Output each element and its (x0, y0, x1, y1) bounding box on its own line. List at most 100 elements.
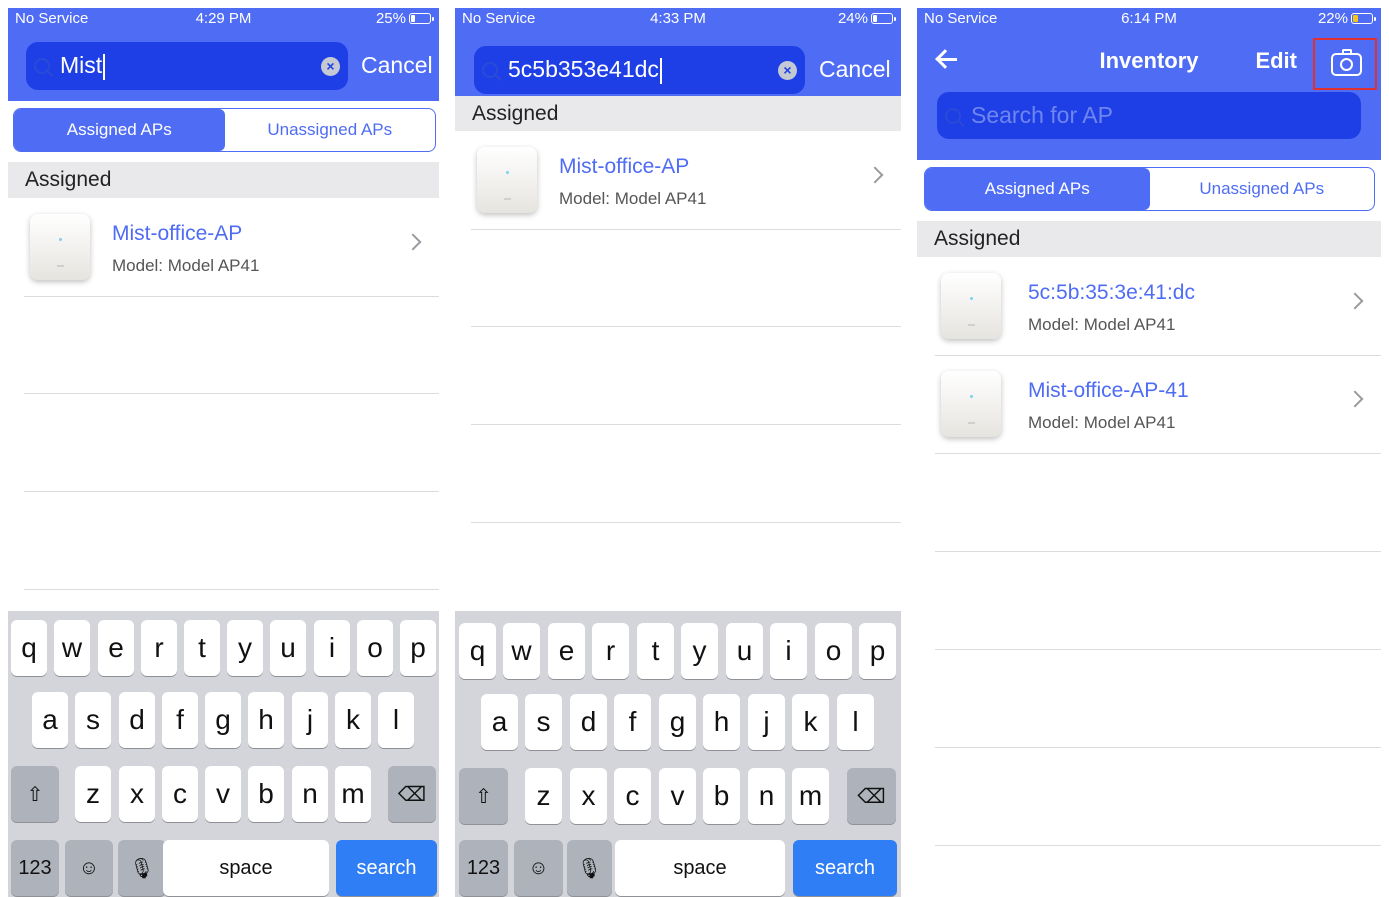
key[interactable]: f (162, 692, 198, 748)
key[interactable]: s (525, 694, 562, 750)
key[interactable]: w (503, 623, 540, 679)
backspace-icon: ⌫ (397, 783, 427, 806)
cancel-button[interactable]: Cancel (819, 56, 891, 83)
clear-icon[interactable]: × (321, 56, 340, 76)
clear-icon[interactable]: × (778, 60, 797, 80)
edit-button[interactable]: Edit (1255, 48, 1297, 74)
key[interactable]: e (98, 620, 134, 676)
key[interactable]: d (570, 694, 607, 750)
key[interactable]: t (184, 620, 220, 676)
divider (935, 649, 1381, 650)
key[interactable]: b (703, 768, 740, 824)
key[interactable]: m (792, 768, 829, 824)
ap-model: Model: Model AP41 (1028, 315, 1176, 334)
key[interactable]: j (292, 692, 328, 748)
key[interactable]: p (859, 623, 896, 679)
key[interactable]: n (292, 766, 328, 822)
key[interactable]: x (570, 768, 607, 824)
key[interactable]: b (248, 766, 284, 822)
space-key[interactable]: space (615, 840, 785, 896)
key[interactable]: w (54, 620, 90, 676)
key[interactable]: q (11, 620, 47, 676)
divider (471, 326, 901, 327)
key[interactable]: o (357, 620, 393, 676)
key[interactable]: y (681, 623, 718, 679)
key[interactable]: q (459, 623, 496, 679)
key[interactable]: i (770, 623, 807, 679)
tab-unassigned-aps[interactable]: Unassigned APs (1150, 168, 1375, 210)
key[interactable]: l (378, 692, 414, 748)
key[interactable]: v (659, 768, 696, 824)
camera-scan-button[interactable] (1313, 38, 1377, 90)
key[interactable]: e (548, 623, 585, 679)
key[interactable]: u (726, 623, 763, 679)
status-bar: No Service 4:33 PM 24% (455, 8, 901, 28)
list-item[interactable]: Mist-office-AP Model: Model AP41 (471, 131, 901, 230)
camera-icon (1331, 49, 1362, 76)
key[interactable]: u (270, 620, 306, 676)
cancel-button[interactable]: Cancel (361, 52, 433, 79)
battery-icon (871, 13, 896, 24)
emoji-key[interactable]: ☺ (65, 840, 113, 896)
search-input[interactable]: Search for AP (937, 92, 1361, 139)
key[interactable]: a (481, 694, 518, 750)
key[interactable]: y (227, 620, 263, 676)
key[interactable]: h (703, 694, 740, 750)
key[interactable]: j (748, 694, 785, 750)
key[interactable]: v (205, 766, 241, 822)
shift-key[interactable]: ⇧ (459, 768, 508, 824)
search-key[interactable]: search (793, 840, 897, 896)
key[interactable]: s (75, 692, 111, 748)
search-icon (945, 107, 961, 124)
key[interactable]: i (314, 620, 350, 676)
backspace-key[interactable]: ⌫ (388, 766, 436, 822)
key[interactable]: c (614, 768, 651, 824)
search-input[interactable]: Mist × (26, 42, 348, 90)
key[interactable]: z (75, 766, 111, 822)
key[interactable]: t (637, 623, 674, 679)
key[interactable]: n (748, 768, 785, 824)
list-item[interactable]: 5c:5b:35:3e:41:dc Model: Model AP41 (935, 257, 1381, 356)
key[interactable]: o (815, 623, 852, 679)
key[interactable]: r (141, 620, 177, 676)
battery-indicator: 24% (838, 10, 896, 27)
key[interactable]: m (335, 766, 371, 822)
key[interactable]: h (248, 692, 284, 748)
microphone-key[interactable]: 🎙 (118, 840, 166, 896)
divider (935, 845, 1381, 846)
numbers-key[interactable]: 123 (11, 840, 59, 896)
key[interactable]: k (335, 692, 371, 748)
key[interactable]: d (119, 692, 155, 748)
tab-unassigned-aps[interactable]: Unassigned APs (225, 109, 436, 151)
emoji-key[interactable]: ☺ (514, 840, 563, 896)
key[interactable]: g (205, 692, 241, 748)
tab-assigned-aps[interactable]: Assigned APs (14, 109, 225, 151)
shift-key[interactable]: ⇧ (11, 766, 59, 822)
ap-name: Mist-office-AP (559, 155, 690, 178)
microphone-key[interactable]: 🎙 (567, 840, 612, 896)
key[interactable]: r (592, 623, 629, 679)
key[interactable]: z (525, 768, 562, 824)
backspace-key[interactable]: ⌫ (847, 768, 896, 824)
space-key[interactable]: space (163, 840, 329, 896)
key[interactable]: g (659, 694, 696, 750)
ap-tab-control: Assigned APs Unassigned APs (13, 108, 436, 152)
key[interactable]: c (162, 766, 198, 822)
search-key[interactable]: search (336, 840, 437, 896)
ap-model: Model: Model AP41 (112, 256, 260, 275)
numbers-key[interactable]: 123 (459, 840, 508, 896)
key[interactable]: l (837, 694, 874, 750)
ap-device-image (941, 371, 1001, 437)
search-input[interactable]: 5c5b353e41dc × (474, 46, 805, 94)
divider (471, 424, 901, 425)
tab-assigned-aps[interactable]: Assigned APs (925, 168, 1150, 210)
divider (471, 522, 901, 523)
divider (935, 551, 1381, 552)
key[interactable]: a (32, 692, 68, 748)
key[interactable]: f (614, 694, 651, 750)
key[interactable]: x (119, 766, 155, 822)
list-item[interactable]: Mist-office-AP-41 Model: Model AP41 (935, 355, 1381, 454)
key[interactable]: p (400, 620, 436, 676)
key[interactable]: k (792, 694, 829, 750)
list-item[interactable]: Mist-office-AP Model: Model AP41 (24, 198, 439, 297)
